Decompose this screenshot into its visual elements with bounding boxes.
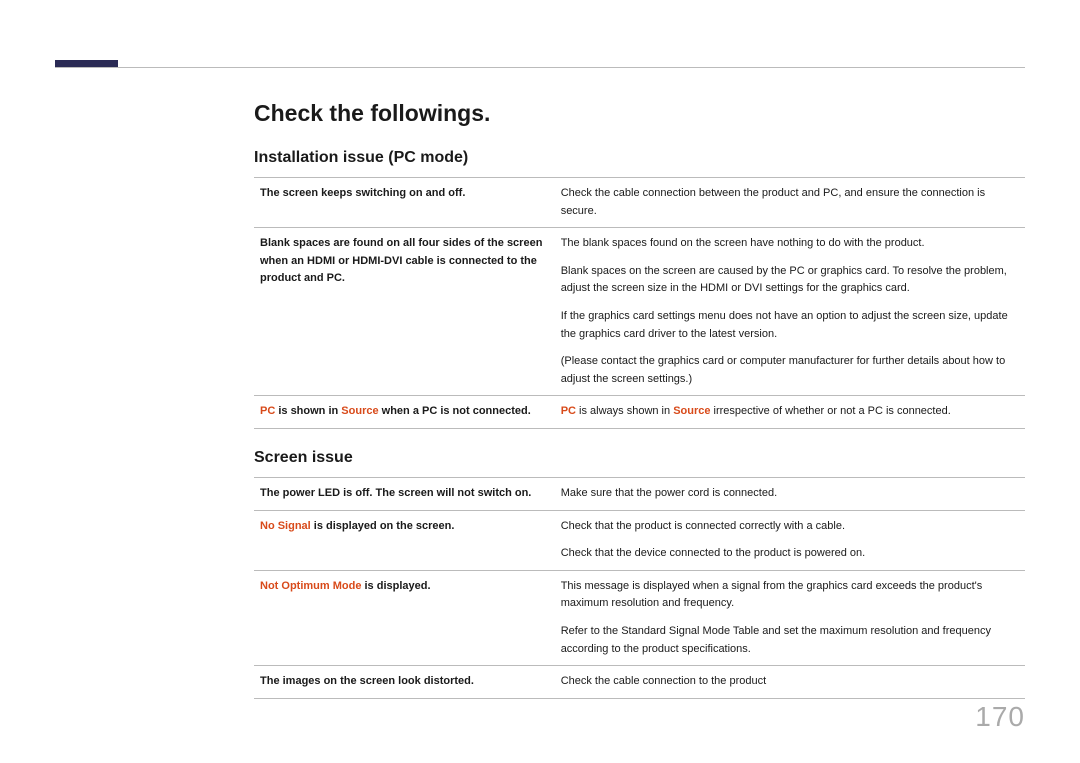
page-title: Check the followings.	[254, 100, 1025, 127]
table-screen: The power LED is off. The screen will no…	[254, 477, 1025, 699]
solution-cell: Check that the product is connected corr…	[555, 510, 1025, 570]
content-area: Check the followings. Installation issue…	[254, 100, 1025, 699]
problem-cell: The images on the screen look distorted.	[254, 666, 555, 699]
solution-cell: Make sure that the power cord is connect…	[555, 477, 1025, 510]
page-number: 170	[975, 701, 1025, 733]
table-row: The power LED is off. The screen will no…	[254, 477, 1025, 510]
section-installation-title: Installation issue (PC mode)	[254, 149, 1025, 167]
solution-cell: This message is displayed when a signal …	[555, 570, 1025, 665]
table-row: The screen keeps switching on and off.Ch…	[254, 178, 1025, 228]
table-row: Blank spaces are found on all four sides…	[254, 228, 1025, 396]
section-screen-title: Screen issue	[254, 449, 1025, 467]
solution-cell: PC is always shown in Source irrespectiv…	[555, 396, 1025, 429]
problem-cell: The power LED is off. The screen will no…	[254, 477, 555, 510]
solution-cell: The blank spaces found on the screen hav…	[555, 228, 1025, 396]
table-row: Not Optimum Mode is displayed.This messa…	[254, 570, 1025, 665]
table-row: The images on the screen look distorted.…	[254, 666, 1025, 699]
solution-cell: Check the cable connection to the produc…	[555, 666, 1025, 699]
problem-cell: Not Optimum Mode is displayed.	[254, 570, 555, 665]
table-row: PC is shown in Source when a PC is not c…	[254, 396, 1025, 429]
solution-cell: Check the cable connection between the p…	[555, 178, 1025, 228]
problem-cell: The screen keeps switching on and off.	[254, 178, 555, 228]
problem-cell: Blank spaces are found on all four sides…	[254, 228, 555, 396]
top-rule	[55, 67, 1025, 68]
table-installation: The screen keeps switching on and off.Ch…	[254, 177, 1025, 429]
table-row: No Signal is displayed on the screen.Che…	[254, 510, 1025, 570]
problem-cell: PC is shown in Source when a PC is not c…	[254, 396, 555, 429]
problem-cell: No Signal is displayed on the screen.	[254, 510, 555, 570]
